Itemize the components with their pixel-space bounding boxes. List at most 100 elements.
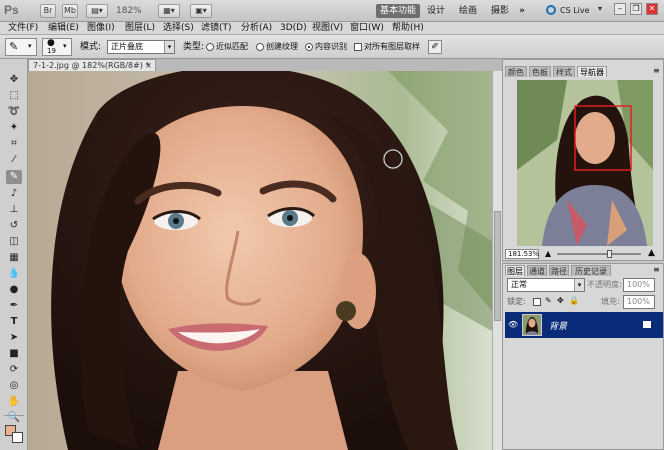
3d-rotate-icon[interactable]: ⟳: [6, 363, 22, 377]
type-icon[interactable]: T: [6, 315, 22, 329]
quick-select-icon[interactable]: ✦: [6, 121, 22, 135]
layer-lock-icon: [643, 321, 651, 328]
move-icon[interactable]: ✥: [6, 73, 22, 87]
lock-pixels-icon[interactable]: ✎: [545, 296, 552, 305]
tab-paths[interactable]: 路径: [549, 265, 569, 276]
panel-menu-icon[interactable]: ≡: [653, 66, 660, 75]
clone-stamp-icon[interactable]: ⊥: [6, 203, 22, 217]
application-bar: Ps Br Mb ▤▾ 182% ▦▾ ▣▾ 基本功能 设计 绘画 摄影 » C…: [0, 0, 664, 22]
visibility-eye-icon[interactable]: 👁: [508, 320, 518, 330]
tab-layers[interactable]: 图层: [505, 265, 525, 276]
opacity-field[interactable]: 100%: [623, 278, 655, 292]
close-icon[interactable]: ✕: [646, 3, 658, 15]
eraser-icon[interactable]: ◫: [6, 235, 22, 249]
lock-transparent-checkbox[interactable]: [533, 298, 541, 306]
shape-icon[interactable]: ■: [6, 347, 22, 361]
healing-brush-icon: ✎: [9, 40, 19, 53]
zoom-slider-thumb[interactable]: [607, 250, 612, 258]
menu-file[interactable]: 文件(F): [8, 22, 38, 35]
dodge-icon[interactable]: ●: [6, 283, 22, 297]
tab-history[interactable]: 历史记录: [571, 265, 611, 276]
hand-icon[interactable]: ✋: [6, 395, 22, 409]
tab-channels[interactable]: 通道: [527, 265, 547, 276]
zoom-icon[interactable]: 🔍: [6, 411, 22, 425]
sample-all-layers-label: 对所有图层取样: [364, 42, 420, 51]
zoom-in-icon[interactable]: ▲: [648, 249, 655, 258]
tool-preset-picker[interactable]: ✎ ▾: [5, 38, 37, 56]
document-tab[interactable]: 7-1-2.jpg @ 182%(RGB/8#) * ×: [28, 59, 156, 71]
menu-layer[interactable]: 图层(L): [125, 22, 155, 35]
bridge-button[interactable]: Br: [40, 4, 56, 18]
radio-create-texture[interactable]: [256, 43, 264, 51]
healing-brush-icon[interactable]: ✎: [6, 170, 22, 184]
layer-name[interactable]: 背景: [549, 319, 567, 332]
history-brush-icon[interactable]: ↺: [6, 219, 22, 233]
layers-panel: 图层 通道 路径 历史记录 ≡ 正常 ▾ 不透明度: 100% 锁定: ✎ ✥ …: [502, 263, 664, 450]
lock-all-icon[interactable]: 🔒: [569, 296, 579, 305]
zoom-level[interactable]: 182%: [116, 4, 142, 18]
zoom-slider[interactable]: [557, 250, 641, 258]
sample-all-layers-checkbox[interactable]: [354, 43, 362, 51]
path-select-icon[interactable]: ➤: [6, 331, 22, 345]
document-canvas[interactable]: [28, 71, 492, 450]
menu-filter[interactable]: 滤镜(T): [201, 22, 232, 35]
brush-icon[interactable]: ♪: [6, 187, 22, 201]
fill-field[interactable]: 100%: [623, 295, 655, 309]
workspace-painting[interactable]: 绘画: [456, 4, 480, 18]
layer-thumbnail-image: [523, 315, 541, 335]
menu-3d[interactable]: 3D(D): [280, 22, 307, 35]
navigator-zoom-field[interactable]: 181.53%: [505, 249, 539, 259]
menu-bar: 文件(F) 编辑(E) 图像(I) 图层(L) 选择(S) 滤镜(T) 分析(A…: [0, 22, 664, 35]
navigator-thumbnail[interactable]: [517, 80, 653, 246]
workspace-photography[interactable]: 摄影: [488, 4, 512, 18]
menu-image[interactable]: 图像(I): [87, 22, 115, 35]
panel-menu-icon[interactable]: ≡: [653, 265, 660, 274]
brush-picker[interactable]: ● 19 ▾: [42, 38, 72, 56]
cs-live-button[interactable]: CS Live: [560, 4, 590, 18]
tab-swatches[interactable]: 色板: [529, 66, 551, 77]
eyedropper-icon[interactable]: ⁄: [6, 153, 22, 167]
background-color-swatch[interactable]: [12, 432, 23, 443]
menu-view[interactable]: 视图(V): [312, 22, 343, 35]
lasso-icon[interactable]: ➰: [6, 105, 22, 119]
workspace-essentials[interactable]: 基本功能: [376, 4, 420, 18]
mode-select[interactable]: 正片叠底 ▾: [107, 40, 175, 54]
marquee-icon[interactable]: ⬚: [6, 89, 22, 103]
mini-bridge-button[interactable]: Mb: [62, 4, 78, 18]
more-workspaces-button[interactable]: »: [516, 4, 528, 18]
menu-window[interactable]: 窗口(W): [350, 22, 384, 35]
menu-help[interactable]: 帮助(H): [392, 22, 424, 35]
pressure-size-icon[interactable]: ✐: [428, 40, 442, 54]
tab-color[interactable]: 颜色: [505, 66, 527, 77]
restore-icon[interactable]: ❐: [630, 3, 642, 15]
document-title: 7-1-2.jpg @ 182%(RGB/8#) *: [33, 61, 150, 70]
radio-proximity-match[interactable]: [206, 43, 214, 51]
menu-analysis[interactable]: 分析(A): [241, 22, 272, 35]
vertical-scrollbar[interactable]: [492, 71, 502, 450]
close-tab-icon[interactable]: ×: [145, 60, 152, 71]
zoom-out-icon[interactable]: ▲: [545, 250, 551, 258]
workspace-design[interactable]: 设计: [424, 4, 448, 18]
cs-live-dropdown-icon[interactable]: ▾: [598, 4, 602, 13]
minimize-icon[interactable]: –: [614, 3, 626, 15]
tab-styles[interactable]: 样式: [553, 66, 575, 77]
blend-mode-select[interactable]: 正常 ▾: [507, 278, 585, 292]
crop-icon[interactable]: ⌗: [6, 137, 22, 151]
brush-size: 19: [47, 47, 56, 55]
layer-row[interactable]: 👁 背景: [505, 312, 663, 338]
radio-content-aware[interactable]: [305, 43, 313, 51]
pen-icon[interactable]: ✒: [6, 299, 22, 313]
menu-select[interactable]: 选择(S): [163, 22, 194, 35]
lock-position-icon[interactable]: ✥: [557, 296, 564, 305]
scrollbar-thumb[interactable]: [494, 211, 501, 321]
view-extras-button[interactable]: ▤▾: [86, 4, 108, 18]
blur-icon[interactable]: 💧: [6, 267, 22, 281]
screen-mode-button[interactable]: ▣▾: [190, 4, 212, 18]
menu-edit[interactable]: 编辑(E): [48, 22, 79, 35]
3d-orbit-icon[interactable]: ◎: [6, 379, 22, 393]
tab-navigator[interactable]: 导航器: [577, 66, 607, 77]
arrange-documents-button[interactable]: ▦▾: [158, 4, 180, 18]
mode-label: 模式:: [80, 42, 102, 52]
navigator-panel: 颜色 色板 样式 导航器 ≡ 181.53% ▲ ▲: [502, 59, 664, 261]
gradient-icon[interactable]: ▦: [6, 251, 22, 265]
